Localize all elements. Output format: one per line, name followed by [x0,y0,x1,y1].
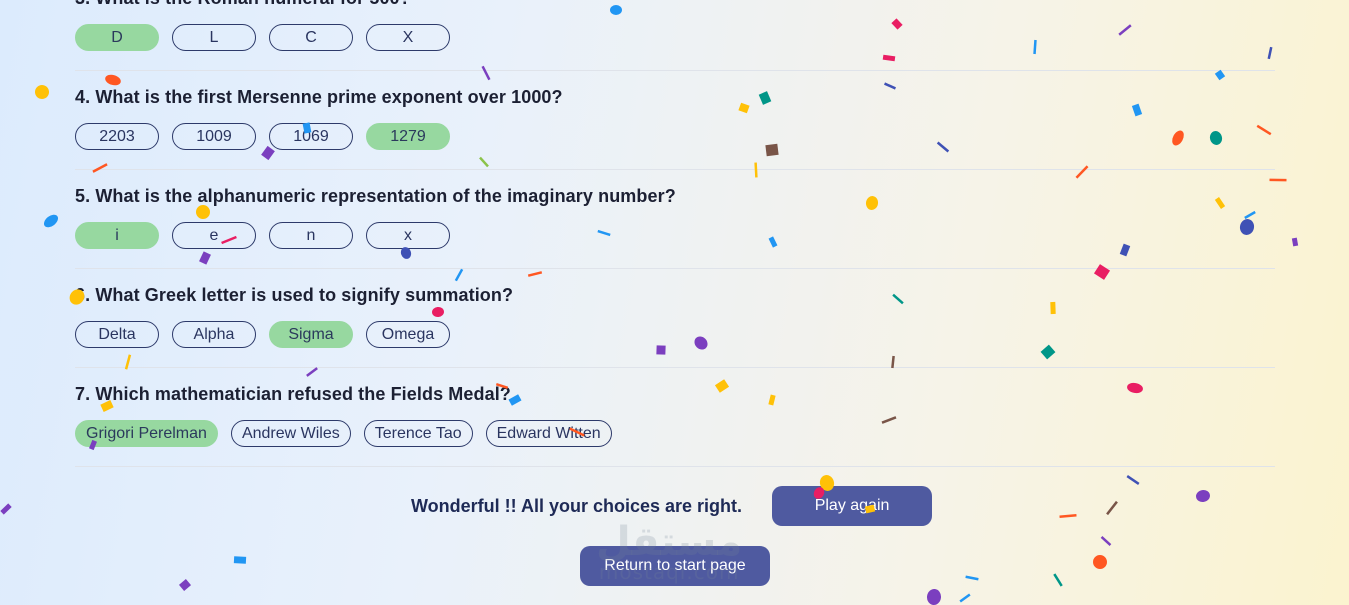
answer-option[interactable]: L [172,24,256,51]
answer-option[interactable]: x [366,222,450,249]
answer-option[interactable]: 1069 [269,123,353,150]
question-text: 5. What is the alphanumeric representati… [75,186,676,206]
confetti-piece [926,589,942,605]
result-row: Wonderful !! All your choices are right.… [411,486,933,526]
answer-group: i e n x [75,222,450,249]
answer-group: 2203 1009 1069 1279 [75,123,450,150]
question-5: 5. What is the alphanumeric representati… [75,170,1275,269]
answer-option[interactable]: 2203 [75,123,159,150]
question-6: 6. What Greek letter is used to signify … [75,269,1275,368]
confetti-piece [1291,237,1299,247]
answer-group: Grigori Perelman Andrew Wiles Terence Ta… [75,420,612,447]
answer-option[interactable]: Grigori Perelman [75,420,218,447]
confetti-piece [35,85,49,99]
question-text: 4. What is the first Mersenne prime expo… [75,87,563,107]
answer-option[interactable]: Sigma [269,321,353,348]
quiz-list: 3. What is the Roman numeral for 500? D … [75,0,1275,467]
question-text: 6. What Greek letter is used to signify … [75,285,514,305]
answer-option[interactable]: Delta [75,321,159,348]
confetti-piece [1093,555,1107,569]
confetti-piece [959,593,971,603]
answer-option[interactable]: Alpha [172,321,256,348]
confetti-piece [1100,536,1112,546]
confetti-piece [1053,573,1063,587]
confetti-piece [965,575,979,581]
answer-group: D L C X [75,24,450,51]
confetti-piece [1196,489,1210,503]
answer-option[interactable]: Edward Witten [485,420,612,447]
confetti-piece [1106,500,1118,516]
question-text: 7. Which mathematician refused the Field… [75,384,511,404]
answer-option[interactable]: D [75,24,159,51]
confetti-piece [0,503,12,515]
confetti-piece [43,214,59,228]
answer-option[interactable]: n [269,222,353,249]
result-message: Wonderful !! All your choices are right. [411,495,743,516]
answer-option[interactable]: e [172,222,256,249]
answer-option[interactable]: 1009 [172,123,256,150]
answer-option[interactable]: Andrew Wiles [230,420,351,447]
answer-option[interactable]: Omega [366,321,450,348]
answer-option[interactable]: X [366,24,450,51]
question-text: 3. What is the Roman numeral for 500? [75,0,411,9]
confetti-piece [1126,475,1140,485]
question-3: 3. What is the Roman numeral for 500? D … [75,0,1275,71]
confetti-piece [1059,514,1077,518]
answer-group: Delta Alpha Sigma Omega [75,321,450,348]
question-4: 4. What is the first Mersenne prime expo… [75,71,1275,170]
play-again-button[interactable]: Play again [772,486,933,526]
return-to-start-button[interactable]: Return to start page [580,546,770,586]
answer-option[interactable]: Terence Tao [363,420,473,447]
confetti-piece [233,556,247,564]
answer-option[interactable]: 1279 [366,123,450,150]
confetti-piece [178,579,192,591]
answer-option[interactable]: i [75,222,159,249]
answer-option[interactable]: C [269,24,353,51]
question-7: 7. Which mathematician refused the Field… [75,368,1275,467]
